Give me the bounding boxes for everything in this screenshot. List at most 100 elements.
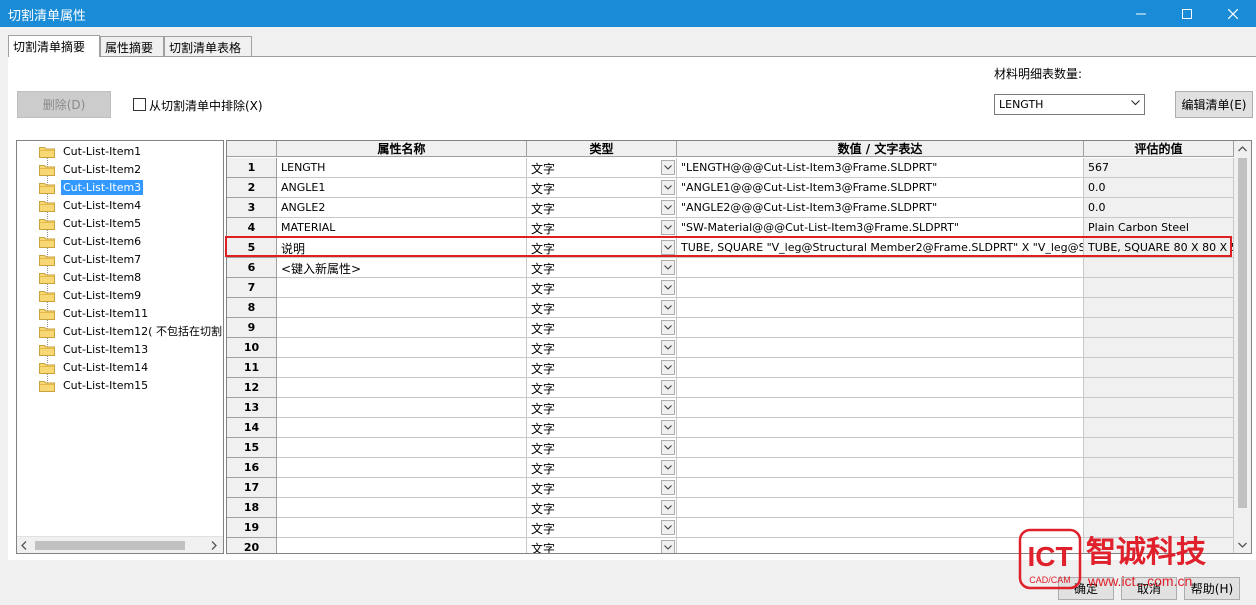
- property-name-cell[interactable]: [277, 378, 527, 398]
- property-name-cell[interactable]: [277, 338, 527, 358]
- value-expression-cell[interactable]: [677, 398, 1084, 418]
- tree-item[interactable]: Cut-List-Item4: [39, 196, 143, 214]
- tree-item[interactable]: Cut-List-Item8: [39, 268, 143, 286]
- scroll-thumb[interactable]: [35, 541, 185, 550]
- type-combo[interactable]: 文字: [527, 338, 677, 358]
- row-number[interactable]: 11: [227, 358, 277, 378]
- dropdown-button[interactable]: [661, 520, 675, 535]
- property-name-cell[interactable]: [277, 438, 527, 458]
- type-combo[interactable]: 文字: [527, 438, 677, 458]
- tree-item[interactable]: Cut-List-Item12( 不包括在切割: [39, 322, 223, 340]
- row-number[interactable]: 4: [227, 218, 277, 238]
- tree-item[interactable]: Cut-List-Item14: [39, 358, 150, 376]
- row-number[interactable]: 3: [227, 198, 277, 218]
- type-combo[interactable]: 文字: [527, 158, 677, 178]
- value-expression-cell[interactable]: "LENGTH@@@Cut-List-Item3@Frame.SLDPRT": [677, 158, 1084, 178]
- edit-list-button[interactable]: 编辑清单(E): [1175, 91, 1253, 118]
- dropdown-button[interactable]: [661, 360, 675, 375]
- value-expression-cell[interactable]: "ANGLE1@@@Cut-List-Item3@Frame.SLDPRT": [677, 178, 1084, 198]
- property-name-cell[interactable]: [277, 398, 527, 418]
- dropdown-button[interactable]: [661, 320, 675, 335]
- row-number[interactable]: 16: [227, 458, 277, 478]
- property-name-cell[interactable]: <键入新属性>: [277, 258, 527, 278]
- tree-item[interactable]: Cut-List-Item3: [39, 178, 144, 196]
- close-button[interactable]: [1210, 0, 1256, 27]
- value-expression-cell[interactable]: [677, 278, 1084, 298]
- tree-item[interactable]: Cut-List-Item6: [39, 232, 143, 250]
- type-combo[interactable]: 文字: [527, 538, 677, 553]
- type-combo[interactable]: 文字: [527, 458, 677, 478]
- dropdown-button[interactable]: [661, 340, 675, 355]
- scroll-thumb[interactable]: [1238, 158, 1247, 508]
- property-name-cell[interactable]: [277, 278, 527, 298]
- dropdown-button[interactable]: [661, 260, 675, 275]
- tree-item[interactable]: Cut-List-Item15: [39, 376, 150, 394]
- value-expression-cell[interactable]: [677, 318, 1084, 338]
- tree-item[interactable]: Cut-List-Item2: [39, 160, 143, 178]
- property-name-cell[interactable]: [277, 518, 527, 538]
- row-number[interactable]: 15: [227, 438, 277, 458]
- value-expression-cell[interactable]: [677, 338, 1084, 358]
- tree-item[interactable]: Cut-List-Item7: [39, 250, 143, 268]
- dropdown-button[interactable]: [661, 380, 675, 395]
- row-number[interactable]: 20: [227, 538, 277, 553]
- chevron-left-icon[interactable]: [21, 541, 27, 550]
- type-combo[interactable]: 文字: [527, 378, 677, 398]
- tree-item[interactable]: Cut-List-Item5: [39, 214, 143, 232]
- value-expression-cell[interactable]: [677, 378, 1084, 398]
- dropdown-button[interactable]: [661, 160, 675, 175]
- type-combo[interactable]: 文字: [527, 418, 677, 438]
- tree-item[interactable]: Cut-List-Item13: [39, 340, 150, 358]
- type-combo[interactable]: 文字: [527, 218, 677, 238]
- property-name-cell[interactable]: [277, 478, 527, 498]
- row-number[interactable]: 6: [227, 258, 277, 278]
- type-combo[interactable]: 文字: [527, 398, 677, 418]
- value-expression-cell[interactable]: [677, 438, 1084, 458]
- value-expression-cell[interactable]: "SW-Material@@@Cut-List-Item3@Frame.SLDP…: [677, 218, 1084, 238]
- tab-cutlist-summary[interactable]: 切割清单摘要: [8, 35, 100, 57]
- dropdown-button[interactable]: [661, 400, 675, 415]
- tab-cutlist-table[interactable]: 切割清单表格: [164, 36, 252, 57]
- value-expression-cell[interactable]: [677, 478, 1084, 498]
- tree-item[interactable]: Cut-List-Item9: [39, 286, 143, 304]
- type-combo[interactable]: 文字: [527, 478, 677, 498]
- property-name-cell[interactable]: [277, 418, 527, 438]
- row-number[interactable]: 9: [227, 318, 277, 338]
- chevron-right-icon[interactable]: [211, 541, 217, 550]
- row-number[interactable]: 10: [227, 338, 277, 358]
- row-number[interactable]: 1: [227, 158, 277, 178]
- cutlist-tree[interactable]: Cut-List-Item1 Cut-List-Item2 Cut-List-Ite…: [16, 140, 224, 554]
- row-number[interactable]: 19: [227, 518, 277, 538]
- row-number[interactable]: 13: [227, 398, 277, 418]
- value-expression-cell[interactable]: [677, 498, 1084, 518]
- delete-button[interactable]: 删除(D): [17, 91, 111, 118]
- property-name-cell[interactable]: [277, 358, 527, 378]
- chevron-up-icon[interactable]: [1238, 146, 1247, 152]
- grid-vertical-scrollbar[interactable]: [1234, 141, 1251, 553]
- exclude-checkbox[interactable]: [133, 98, 146, 111]
- property-name-cell[interactable]: [277, 458, 527, 478]
- maximize-button[interactable]: [1164, 0, 1210, 27]
- dropdown-button[interactable]: [661, 440, 675, 455]
- property-name-cell[interactable]: MATERIAL: [277, 218, 527, 238]
- row-number[interactable]: 7: [227, 278, 277, 298]
- type-combo[interactable]: 文字: [527, 518, 677, 538]
- value-expression-cell[interactable]: [677, 358, 1084, 378]
- row-number[interactable]: 17: [227, 478, 277, 498]
- row-number[interactable]: 14: [227, 418, 277, 438]
- dropdown-button[interactable]: [661, 540, 675, 553]
- dropdown-button[interactable]: [661, 420, 675, 435]
- dropdown-button[interactable]: [661, 480, 675, 495]
- tree-item[interactable]: Cut-List-Item1: [39, 142, 143, 160]
- type-combo[interactable]: 文字: [527, 498, 677, 518]
- value-expression-cell[interactable]: "ANGLE2@@@Cut-List-Item3@Frame.SLDPRT": [677, 198, 1084, 218]
- type-combo[interactable]: 文字: [527, 178, 677, 198]
- row-number[interactable]: 2: [227, 178, 277, 198]
- dropdown-button[interactable]: [661, 200, 675, 215]
- tab-property-summary[interactable]: 属性摘要: [100, 36, 164, 57]
- dropdown-button[interactable]: [661, 460, 675, 475]
- row-number[interactable]: 12: [227, 378, 277, 398]
- dropdown-button[interactable]: [661, 500, 675, 515]
- dropdown-button[interactable]: [661, 220, 675, 235]
- value-expression-cell[interactable]: [677, 298, 1084, 318]
